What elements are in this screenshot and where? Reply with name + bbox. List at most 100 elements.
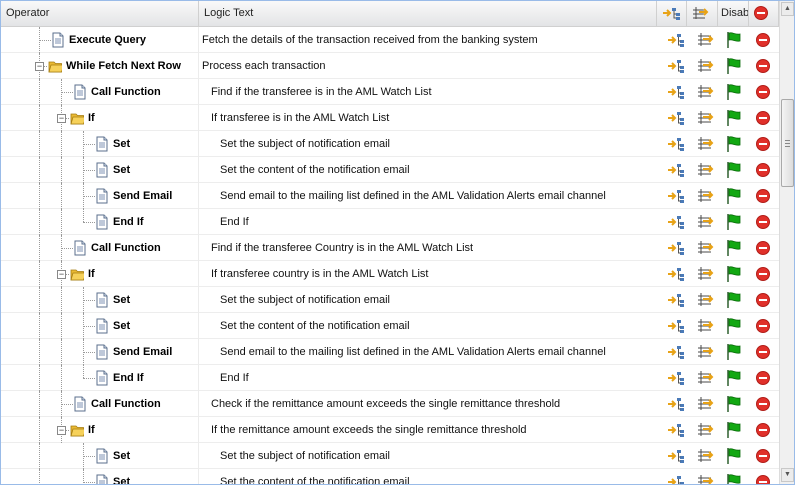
green-flag-icon[interactable]	[725, 161, 743, 179]
column-header-add-child[interactable]	[657, 1, 687, 26]
table-row[interactable]: Send Email Send email to the mailing list…	[1, 183, 779, 209]
table-row[interactable]: End If End If	[1, 365, 779, 391]
table-row[interactable]: Set Set the content of the notification e…	[1, 157, 779, 183]
table-row[interactable]: − If If transferee is in the AML Watch Lis…	[1, 105, 779, 131]
add-child-icon[interactable]	[667, 83, 685, 101]
collapse-toggle[interactable]: −	[57, 426, 66, 435]
insert-after-icon[interactable]	[697, 369, 715, 387]
remove-icon[interactable]	[754, 213, 772, 231]
remove-icon[interactable]	[754, 395, 772, 413]
green-flag-icon[interactable]	[725, 213, 743, 231]
insert-after-icon[interactable]	[697, 317, 715, 335]
table-row[interactable]: Set Set the subject of notification email	[1, 287, 779, 313]
green-flag-icon[interactable]	[725, 83, 743, 101]
add-child-icon[interactable]	[667, 239, 685, 257]
remove-icon[interactable]	[754, 369, 772, 387]
add-child-icon[interactable]	[667, 421, 685, 439]
table-row[interactable]: Send Email Send email to the mailing list…	[1, 339, 779, 365]
collapse-toggle[interactable]: −	[57, 114, 66, 123]
vertical-scrollbar[interactable]: ▲ ▼	[779, 1, 794, 484]
add-child-icon[interactable]	[667, 317, 685, 335]
add-child-icon[interactable]	[667, 57, 685, 75]
scrollbar-thumb[interactable]	[781, 99, 794, 187]
insert-after-icon[interactable]	[697, 161, 715, 179]
table-row[interactable]: Call Function Check if the remittance amo…	[1, 391, 779, 417]
table-row[interactable]: − If If transferee country is in the AML W…	[1, 261, 779, 287]
column-header-remove[interactable]	[749, 1, 779, 26]
table-row[interactable]: End If End If	[1, 209, 779, 235]
insert-after-icon[interactable]	[697, 421, 715, 439]
green-flag-icon[interactable]	[725, 31, 743, 49]
add-child-icon[interactable]	[667, 343, 685, 361]
scroll-down-button[interactable]: ▼	[781, 468, 794, 482]
add-child-icon[interactable]	[667, 291, 685, 309]
green-flag-icon[interactable]	[725, 135, 743, 153]
remove-icon[interactable]	[754, 291, 772, 309]
add-child-icon[interactable]	[667, 31, 685, 49]
add-child-icon[interactable]	[667, 187, 685, 205]
table-row[interactable]: Call Function Find if the transferee is i…	[1, 79, 779, 105]
add-child-icon[interactable]	[667, 265, 685, 283]
scroll-up-button[interactable]: ▲	[781, 2, 794, 16]
green-flag-icon[interactable]	[725, 343, 743, 361]
insert-after-icon[interactable]	[697, 291, 715, 309]
insert-after-icon[interactable]	[697, 135, 715, 153]
insert-after-icon[interactable]	[697, 109, 715, 127]
green-flag-icon[interactable]	[725, 317, 743, 335]
collapse-toggle[interactable]: −	[35, 62, 44, 71]
table-row[interactable]: − While Fetch Next Row Process each transa…	[1, 53, 779, 79]
column-header-insert-after[interactable]	[687, 1, 718, 26]
green-flag-icon[interactable]	[725, 473, 743, 484]
add-child-icon[interactable]	[667, 213, 685, 231]
remove-icon[interactable]	[754, 31, 772, 49]
insert-after-icon[interactable]	[697, 343, 715, 361]
green-flag-icon[interactable]	[725, 265, 743, 283]
remove-icon[interactable]	[754, 83, 772, 101]
insert-after-icon[interactable]	[697, 239, 715, 257]
add-child-icon[interactable]	[667, 161, 685, 179]
green-flag-icon[interactable]	[725, 369, 743, 387]
column-header-disable[interactable]: Disab	[718, 1, 749, 26]
remove-icon[interactable]	[754, 109, 772, 127]
add-child-icon[interactable]	[667, 447, 685, 465]
green-flag-icon[interactable]	[725, 421, 743, 439]
table-row[interactable]: Set Set the subject of notification email	[1, 443, 779, 469]
add-child-icon[interactable]	[667, 473, 685, 484]
insert-after-icon[interactable]	[697, 395, 715, 413]
remove-icon[interactable]	[754, 421, 772, 439]
remove-icon[interactable]	[754, 239, 772, 257]
table-row[interactable]: Set Set the subject of notification email	[1, 131, 779, 157]
insert-after-icon[interactable]	[697, 31, 715, 49]
green-flag-icon[interactable]	[725, 291, 743, 309]
green-flag-icon[interactable]	[725, 447, 743, 465]
table-row[interactable]: Set Set the content of the notification e…	[1, 313, 779, 339]
green-flag-icon[interactable]	[725, 239, 743, 257]
remove-icon[interactable]	[754, 265, 772, 283]
remove-icon[interactable]	[754, 187, 772, 205]
add-child-icon[interactable]	[667, 369, 685, 387]
column-header-operator[interactable]: Operator	[1, 1, 199, 26]
add-child-icon[interactable]	[667, 109, 685, 127]
table-row[interactable]: Execute Query Fetch the details of the tr…	[1, 27, 779, 53]
collapse-toggle[interactable]: −	[57, 270, 66, 279]
insert-after-icon[interactable]	[697, 57, 715, 75]
remove-icon[interactable]	[754, 135, 772, 153]
green-flag-icon[interactable]	[725, 395, 743, 413]
remove-icon[interactable]	[754, 473, 772, 484]
insert-after-icon[interactable]	[697, 213, 715, 231]
add-child-icon[interactable]	[667, 135, 685, 153]
remove-icon[interactable]	[754, 317, 772, 335]
table-row[interactable]: Set Set the content of the notification e…	[1, 469, 779, 484]
insert-after-icon[interactable]	[697, 473, 715, 484]
remove-icon[interactable]	[754, 57, 772, 75]
green-flag-icon[interactable]	[725, 187, 743, 205]
remove-icon[interactable]	[754, 343, 772, 361]
insert-after-icon[interactable]	[697, 447, 715, 465]
insert-after-icon[interactable]	[697, 265, 715, 283]
add-child-icon[interactable]	[667, 395, 685, 413]
column-header-logic-text[interactable]: Logic Text	[199, 1, 657, 26]
table-row[interactable]: − If If the remittance amount exceeds the …	[1, 417, 779, 443]
remove-icon[interactable]	[754, 447, 772, 465]
insert-after-icon[interactable]	[697, 83, 715, 101]
insert-after-icon[interactable]	[697, 187, 715, 205]
